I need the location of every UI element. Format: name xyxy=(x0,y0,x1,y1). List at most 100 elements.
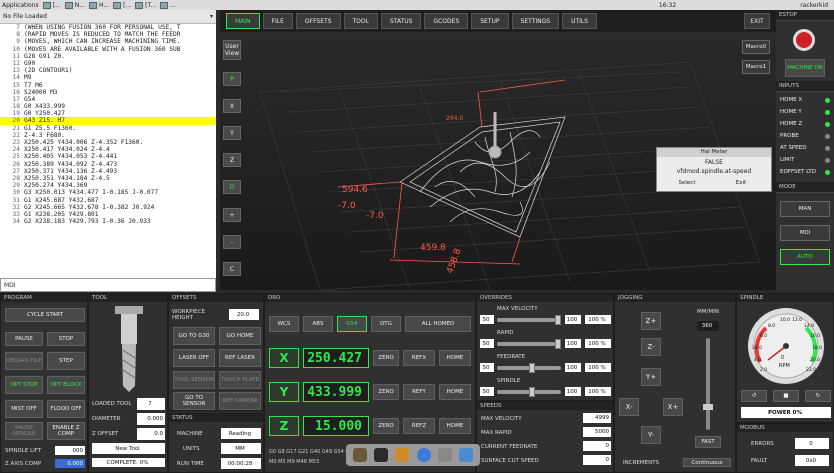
gcode-line[interactable]: 23 X250.425 Y434.006 Z-4.352 F1360. xyxy=(0,139,216,146)
home-z-button[interactable]: HOME xyxy=(439,418,471,434)
mode-man-button[interactable]: MAN xyxy=(780,201,830,217)
slider-knob[interactable] xyxy=(529,363,535,373)
mode-auto-button[interactable]: AUTO xyxy=(780,249,830,265)
tab-main[interactable]: MAIN xyxy=(226,13,260,29)
gcode-line[interactable]: 28 X250.351 Y434.184 Z-4.5 xyxy=(0,175,216,182)
gcode-line[interactable]: 16 S24000 M3 xyxy=(0,89,216,96)
taskbar-item[interactable]: ... xyxy=(160,1,176,9)
taskbar-item[interactable]: H... xyxy=(88,1,109,9)
jog-z-plus-button[interactable]: Z+ xyxy=(641,312,661,330)
ref-laser-button[interactable]: REF LASER xyxy=(219,349,261,367)
home-y-button[interactable]: HOME xyxy=(439,384,471,400)
exit-button[interactable]: EXIT xyxy=(744,13,770,29)
touch-plate-button[interactable]: TOUCH PLATE xyxy=(219,371,261,389)
browser-icon[interactable] xyxy=(416,448,431,462)
go-home-button[interactable]: GO HOME xyxy=(219,327,261,345)
jog-z-minus-button[interactable]: Z- xyxy=(641,338,661,356)
zero-z-button[interactable]: ZERO xyxy=(373,418,399,434)
gcode-line[interactable]: 8 (RAPID MOVES IS REDUCED TO MATCH THE FE… xyxy=(0,31,216,38)
all-homed-button[interactable]: ALL HOMED xyxy=(405,316,471,332)
taskbar-item[interactable]: N... xyxy=(64,1,85,9)
taskbar-item[interactable]: [T... xyxy=(135,1,156,9)
rapid-slider[interactable] xyxy=(497,339,561,349)
gcode-line[interactable]: 30 G3 X250.013 Y434.477 I-0.185 J-0.077 xyxy=(0,189,216,196)
gcode-line[interactable]: 32 G2 X245.665 Y432.678 I-0.382 J0.924 xyxy=(0,204,216,211)
spindle-slider[interactable] xyxy=(497,387,561,397)
user-name[interactable]: rackerkid xyxy=(800,2,828,9)
gcode-line[interactable]: 19 G0 Y250.427 xyxy=(0,110,216,117)
tab-utils[interactable]: UTILS xyxy=(562,13,598,29)
archive-icon[interactable] xyxy=(395,448,410,462)
flood-button[interactable]: FLOOD OFF xyxy=(47,400,85,418)
gcode-line[interactable]: 14 M9 xyxy=(0,74,216,81)
gcode-line[interactable]: 10 (MOVES ARE AVAILABLE WITH A FUSION 360… xyxy=(0,46,216,53)
gcode-line[interactable]: 26 X250.389 Y434.092 Z-4.473 xyxy=(0,161,216,168)
jog-x-minus-button[interactable]: X- xyxy=(619,398,639,416)
gcode-line[interactable]: 20 G43 Z15. H7 xyxy=(0,117,216,125)
ref-y-button[interactable]: REFY xyxy=(403,384,435,400)
goto-sensor-button[interactable]: GO TO SENSOR xyxy=(173,392,215,410)
feedrate-slider[interactable] xyxy=(497,363,561,373)
taskbar-item[interactable]: [... xyxy=(113,1,131,9)
reload-file-button[interactable]: RELOAD FILE xyxy=(5,352,43,370)
spindle-stop-button[interactable]: ■ xyxy=(773,390,799,402)
gcode-viewer[interactable]: 7 (WHEN USING FUSION 360 FOR PERSONAL USE… xyxy=(0,24,216,225)
step-button[interactable]: STEP xyxy=(47,352,85,370)
spindle-cw-button[interactable]: ↻ xyxy=(805,390,831,402)
files-icon[interactable] xyxy=(352,448,367,462)
jog-rate-slider[interactable] xyxy=(703,338,713,430)
cycle-start-button[interactable]: CYCLE START xyxy=(5,308,85,322)
tab-gcodes[interactable]: GCODES xyxy=(424,13,469,29)
increments-select[interactable]: Continuous xyxy=(683,458,731,467)
ref-x-button[interactable]: REFX xyxy=(403,350,435,366)
slider-knob[interactable] xyxy=(529,387,535,397)
hal-exit-button[interactable]: Exit xyxy=(721,178,761,188)
estop-icon[interactable] xyxy=(793,29,815,51)
zero-x-button[interactable]: ZERO xyxy=(373,350,399,366)
gcode-line[interactable]: 7 (WHEN USING FUSION 360 FOR PERSONAL USE… xyxy=(0,24,216,31)
enable-z-comp-button[interactable]: ENABLE Z COMP xyxy=(47,422,85,440)
opt-stop-button[interactable]: OPT STOP xyxy=(5,376,43,394)
mdi-input[interactable]: MDI xyxy=(0,278,216,292)
goto-g30-button[interactable]: GO TO G30 xyxy=(173,327,215,345)
ref-camera-button[interactable]: REF CAMERA xyxy=(219,392,261,410)
gcode-line[interactable]: 18 G0 X433.999 xyxy=(0,103,216,110)
slider-knob[interactable] xyxy=(555,339,561,349)
jog-y-plus-button[interactable]: Y+ xyxy=(641,368,661,386)
mist-button[interactable]: MIST OFF xyxy=(5,400,43,418)
jog-y-minus-button[interactable]: Y- xyxy=(641,426,661,444)
tab-offsets[interactable]: OFFSETS xyxy=(295,13,341,29)
g54-button[interactable]: G54 xyxy=(337,316,367,332)
machine-on-button[interactable]: MACHINE ON xyxy=(785,59,825,77)
hal-select-button[interactable]: Select xyxy=(667,178,707,188)
gcode-line[interactable]: 11 G28 G91 Z0. xyxy=(0,53,216,60)
gcode-line[interactable]: 12 G90 xyxy=(0,60,216,67)
jog-x-plus-button[interactable]: X+ xyxy=(663,398,683,416)
tab-settings[interactable]: SETTINGS xyxy=(511,13,560,29)
mode-mdi-button[interactable]: MDI xyxy=(780,225,830,241)
gcode-line[interactable]: 9 (MOVES, WHICH CAN INCREASE MACHINING TI… xyxy=(0,38,216,45)
gcode-line[interactable]: 24 X250.417 Y434.024 Z-4.4 xyxy=(0,146,216,153)
gcode-line[interactable]: 27 X250.371 Y434.136 Z-4.493 xyxy=(0,168,216,175)
gcode-line[interactable]: 34 G2 X238.183 Y429.793 I-0.36 J0.933 xyxy=(0,218,216,225)
ref-z-button[interactable]: REFZ xyxy=(403,418,435,434)
applications-menu[interactable]: Applications xyxy=(2,2,39,9)
home-x-button[interactable]: HOME xyxy=(439,350,471,366)
pause-button[interactable]: PAUSE xyxy=(5,332,43,346)
gcode-line[interactable]: 13 (2D CONTOUR1) xyxy=(0,67,216,74)
tab-setup[interactable]: SETUP xyxy=(471,13,509,29)
tab-tool[interactable]: TOOL xyxy=(343,13,378,29)
folder-icon[interactable] xyxy=(459,448,474,462)
gcode-line[interactable]: 33 G1 X238.205 Y429.801 xyxy=(0,211,216,218)
gcode-line[interactable]: 15 T7 M6 xyxy=(0,82,216,89)
dropdown-icon[interactable]: ▾ xyxy=(210,13,213,20)
opt-block-button[interactable]: OPT BLOCK xyxy=(47,376,85,394)
tab-file[interactable]: FILE xyxy=(262,13,293,29)
gcode-line[interactable]: 17 G54 xyxy=(0,96,216,103)
z-axis-comp-value[interactable]: 0.000 xyxy=(55,459,85,468)
gcode-line[interactable]: 29 X250.274 Y434.369 xyxy=(0,182,216,189)
gcode-line[interactable]: 21 G1 Z5.5 F1360. xyxy=(0,125,216,132)
workpiece-height-value[interactable]: 20.0 xyxy=(229,309,259,320)
gcode-line[interactable]: 25 X250.405 Y434.053 Z-4.441 xyxy=(0,153,216,160)
taskbar-item[interactable]: [... xyxy=(42,1,61,9)
